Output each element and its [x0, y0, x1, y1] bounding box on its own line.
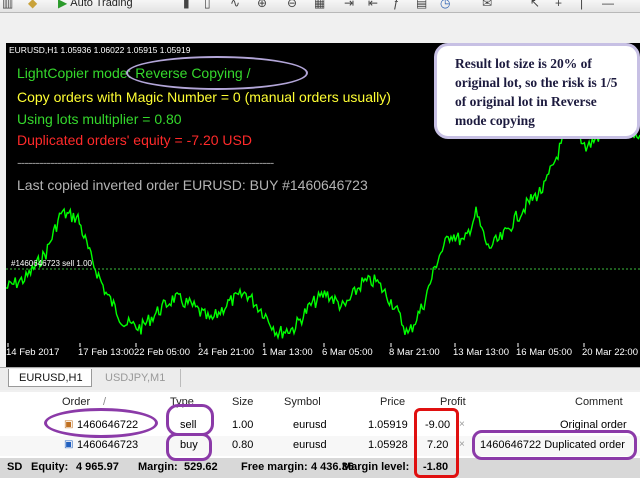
horizontal-line-icon: —: [602, 0, 614, 10]
zoom-out-button[interactable]: ⊖: [287, 0, 297, 10]
header-order[interactable]: Order: [62, 396, 90, 408]
margin-label: Margin:: [138, 461, 178, 473]
auto-trading-label: Auto Trading: [70, 0, 133, 9]
equity-value: 4 965.97: [76, 461, 119, 473]
comment-highlight-ring: [472, 430, 637, 460]
indicators-icon: ƒ: [393, 0, 400, 10]
mail-icon: ✉: [482, 0, 493, 10]
x-axis-label: 16 Mar 05:00: [516, 347, 572, 358]
play-icon: ▶: [58, 0, 68, 10]
chart-icon: ▥: [2, 0, 14, 10]
tab-usdjpy-m1[interactable]: USDJPY,M1: [95, 369, 181, 387]
vertical-line-button[interactable]: |: [580, 0, 583, 10]
crosshair-icon: +: [555, 0, 563, 10]
layers-icon: ◆: [28, 0, 38, 10]
toolbar-button[interactable]: ▦: [314, 0, 325, 10]
x-axis-label: 1 Mar 13:00: [262, 347, 313, 358]
line-chart-icon: ∿: [230, 0, 241, 10]
buy-order-icon: ▣: [64, 439, 74, 450]
order-id-highlight-ring: [44, 408, 158, 438]
close-order-icon[interactable]: ×: [459, 439, 465, 450]
order-price: 1.05919: [368, 419, 408, 431]
shift-icon: ⇤: [368, 0, 379, 10]
account-status-row: SD Equity: 4 965.97 Margin: 529.62 Free …: [0, 458, 640, 478]
symbol-info: EURUSD,H1 1.05936 1.06022 1.05915 1.0591…: [9, 45, 191, 55]
mode-highlight-ring: [126, 56, 308, 90]
sort-arrow: /: [103, 396, 107, 408]
equity-label: Equity:: [31, 461, 69, 473]
periods-button[interactable]: ◷: [440, 0, 450, 10]
margin-value: 529.62: [184, 461, 218, 473]
status-prefix: SD: [7, 461, 23, 473]
order-id: 1460646723: [77, 439, 139, 451]
toolbar-button[interactable]: ◆: [28, 0, 37, 10]
tab-eurusd-h1[interactable]: EURUSD,H1: [8, 369, 92, 387]
last-copied-line: Last copied inverted order EURUSD: BUY #…: [17, 177, 368, 193]
equity-line: Duplicated orders' equity = -7.20 USD: [17, 132, 252, 148]
toolbar-button[interactable]: ∿: [230, 0, 240, 10]
x-axis-label: 22 Feb 05:00: [134, 347, 190, 358]
chart-tabs: EURUSD,H1 USDJPY,M1: [0, 367, 640, 390]
toolbar-button[interactable]: ▮: [183, 0, 190, 10]
cursor-button[interactable]: ↖: [530, 0, 540, 10]
separator-line: ----------------------------------------…: [17, 154, 274, 170]
x-axis-label: 13 Mar 13:00: [453, 347, 509, 358]
header-size[interactable]: Size: [232, 396, 253, 408]
close-order-icon[interactable]: ×: [459, 419, 465, 430]
vertical-line-icon: |: [580, 0, 584, 10]
margin-level-label: Margin level:: [342, 461, 410, 473]
toolbar-button[interactable]: ✉: [482, 0, 492, 10]
price-chart[interactable]: EURUSD,H1 1.05936 1.06022 1.05915 1.0591…: [6, 43, 640, 367]
toolbar-button[interactable]: ⇥: [344, 0, 354, 10]
horizontal-line-button[interactable]: —: [602, 0, 614, 10]
toolbar: ▥ ◆ ▶ Auto Trading ▮ ▯ ∿ ⊕ ⊖ ▦ ⇥ ⇤ ƒ ▤ ◷…: [0, 0, 640, 13]
candles-icon: ▯: [204, 0, 211, 10]
order-size: 1.00: [232, 419, 254, 431]
cursor-icon: ↖: [530, 0, 541, 10]
order-line-label: #1460646723 sell 1.00: [11, 259, 92, 268]
type-highlight-ring: [166, 404, 214, 436]
bars-icon: ▮: [183, 0, 190, 10]
x-axis-label: 17 Feb 13:00: [78, 347, 134, 358]
x-axis-label: 24 Feb 21:00: [198, 347, 254, 358]
magic-number-line: Copy orders with Magic Number = 0 (manua…: [17, 89, 391, 105]
header-price[interactable]: Price: [380, 396, 405, 408]
header-profit[interactable]: Profit: [440, 396, 466, 408]
header-symbol[interactable]: Symbol: [284, 396, 321, 408]
header-comment[interactable]: Comment: [575, 396, 623, 408]
templates-icon: ▤: [416, 0, 428, 10]
order-size: 0.80: [232, 439, 254, 451]
order-symbol: eurusd: [293, 439, 327, 451]
toolbar-button[interactable]: ƒ: [393, 0, 400, 10]
profit-highlight-box: [414, 408, 459, 478]
crosshair-button[interactable]: +: [555, 0, 562, 10]
grid-icon: ▦: [314, 0, 326, 10]
x-axis-label: 20 Mar 22:00: [582, 347, 638, 358]
auto-trading-button[interactable]: ▶ Auto Trading: [58, 0, 133, 10]
mode-prefix: LightCopier mode:: [17, 65, 136, 81]
type-highlight-ring: [166, 433, 212, 461]
annotation-text: Result lot size is 20% of original lot, …: [455, 56, 618, 128]
x-axis-label: 8 Mar 21:00: [389, 347, 440, 358]
zoom-in-icon: ⊕: [257, 0, 268, 10]
clock-icon: ◷: [440, 0, 451, 10]
toolbar-button[interactable]: ⇤: [368, 0, 378, 10]
zoom-in-button[interactable]: ⊕: [257, 0, 267, 10]
order-symbol: eurusd: [293, 419, 327, 431]
order-price: 1.05928: [368, 439, 408, 451]
scroll-icon: ⇥: [344, 0, 355, 10]
toolbar-button[interactable]: ▯: [204, 0, 211, 10]
x-axis-label: 14 Feb 2017: [6, 347, 60, 358]
toolbar-button[interactable]: ▥: [2, 0, 13, 10]
free-margin-label: Free margin:: [241, 461, 308, 473]
x-axis-label: 6 Mar 05:00: [322, 347, 373, 358]
lot-multiplier-line: Using lots multiplier = 0.80: [17, 111, 182, 127]
toolbar-button[interactable]: ▤: [416, 0, 427, 10]
trade-terminal: Order / Type Size Symbol Price Profit Co…: [0, 392, 640, 480]
zoom-out-icon: ⊖: [287, 0, 298, 10]
annotation-callout: Result lot size is 20% of original lot, …: [434, 43, 640, 139]
